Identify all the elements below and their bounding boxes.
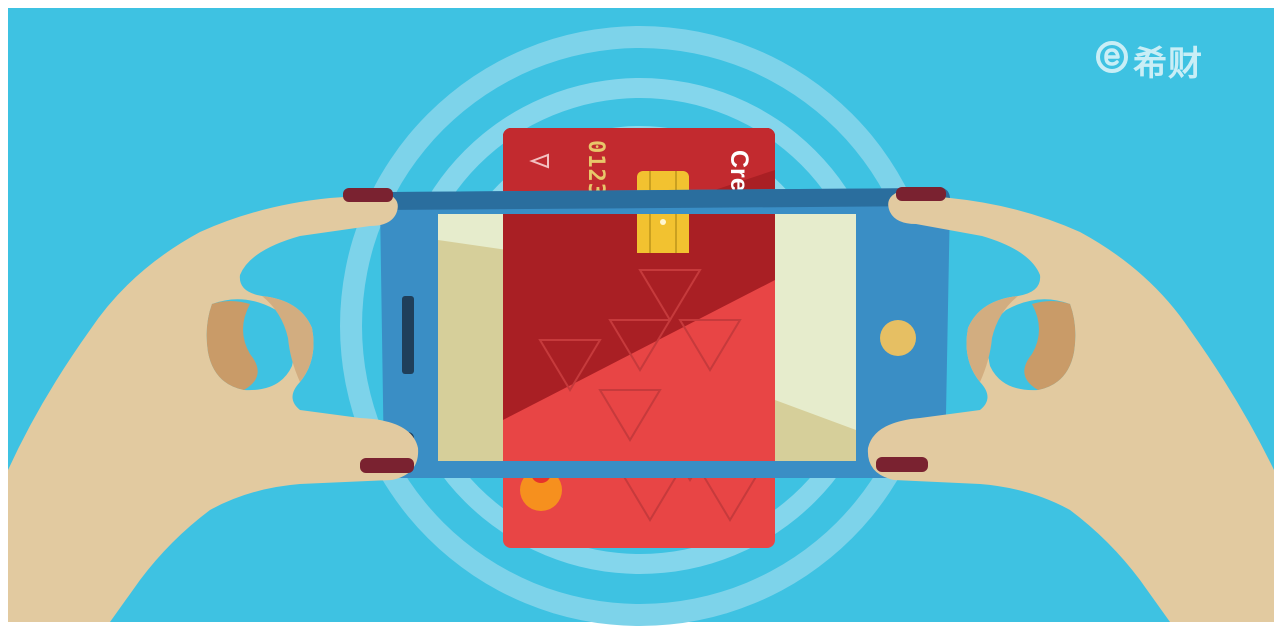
illustration-scene: Credit Card 0123456789000000123 VM <box>0 0 1282 628</box>
nail-right-bottom <box>876 457 928 472</box>
phone-home-button <box>880 320 916 356</box>
phone-screen <box>438 214 856 461</box>
nail-left-top <box>343 188 393 202</box>
watermark-brand: 希财 <box>1133 44 1203 84</box>
nail-left-bottom <box>360 458 414 473</box>
smartphone <box>380 188 950 478</box>
e-circle-icon <box>1096 41 1128 73</box>
nail-right-top <box>896 187 946 201</box>
phone-speaker <box>402 296 414 374</box>
